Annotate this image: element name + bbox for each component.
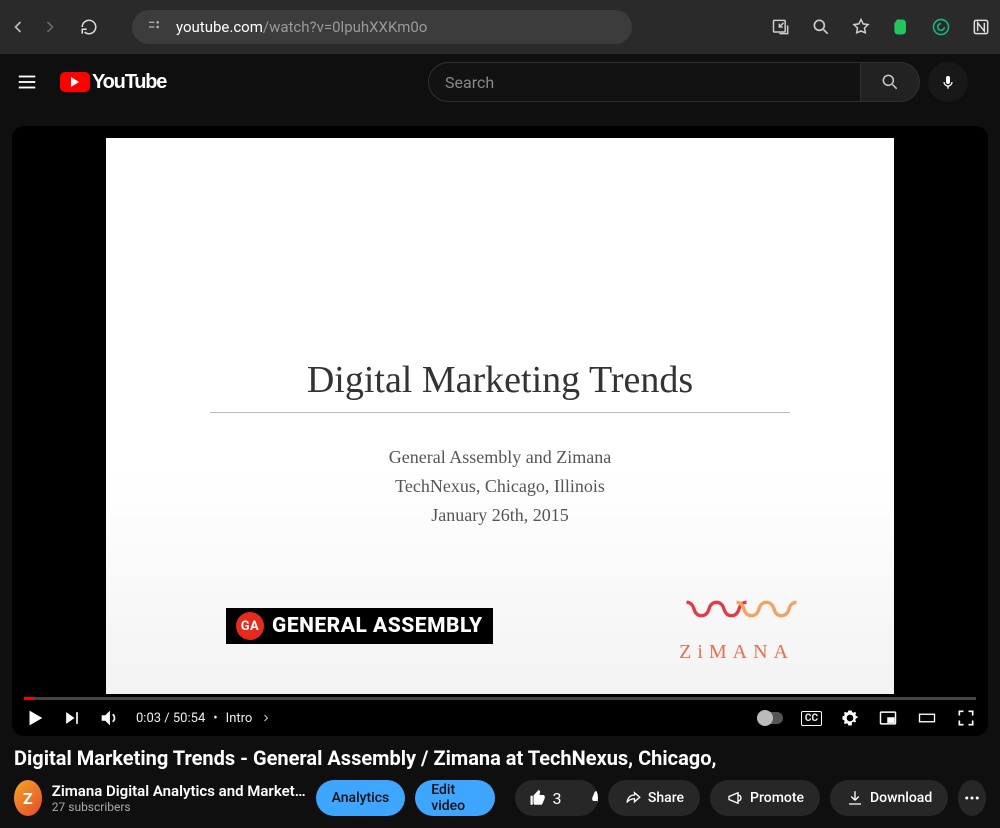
dislike-button[interactable] [576, 780, 598, 816]
chapter-prefix: • [213, 711, 217, 726]
slide-line1: General Assembly and Zimana [106, 443, 894, 472]
settings-gear-icon[interactable] [840, 708, 860, 728]
slide-title: Digital Marketing Trends [106, 358, 894, 402]
zoom-icon[interactable] [810, 16, 832, 38]
promote-button[interactable]: Promote [710, 780, 820, 816]
analytics-button[interactable]: Analytics [316, 780, 406, 816]
time-display: 0:03 / 50:54 [136, 711, 205, 726]
browser-chrome: youtube.com/watch?v=0lpuhXXKm0o [0, 0, 1000, 54]
video-metadata: Digital Marketing Trends - General Assem… [0, 736, 1000, 816]
video-title: Digital Marketing Trends - General Assem… [14, 746, 986, 770]
site-settings-icon[interactable] [146, 18, 164, 36]
download-button[interactable]: Download [830, 780, 948, 816]
evernote-extension-icon[interactable] [890, 16, 912, 38]
youtube-logo-text: YouTube [92, 71, 166, 94]
ga-badge: GA [236, 612, 264, 640]
youtube-header: YouTube Search [0, 54, 1000, 110]
chapter-name[interactable]: Intro [226, 711, 253, 726]
general-assembly-logo: GA GENERAL ASSEMBLY [226, 608, 493, 644]
player-controls: 0:03 / 50:54 • Intro CC [12, 700, 988, 736]
bookmark-star-icon[interactable] [850, 16, 872, 38]
reload-button[interactable] [80, 18, 104, 36]
voice-search-button[interactable] [928, 62, 968, 102]
video-player[interactable]: Digital Marketing Trends General Assembl… [12, 126, 988, 736]
subscriber-count: 27 subscribers [52, 800, 306, 814]
channel-name[interactable]: Zimana Digital Analytics and Market… [52, 782, 306, 800]
search-placeholder: Search [445, 73, 494, 92]
install-app-icon[interactable] [770, 16, 792, 38]
slide-line3: January 26th, 2015 [106, 501, 894, 530]
share-button[interactable]: Share [608, 780, 700, 816]
search-button[interactable] [860, 62, 920, 102]
slide-divider [210, 412, 790, 413]
captions-button[interactable]: CC [801, 711, 822, 726]
hamburger-menu-icon[interactable] [16, 71, 40, 93]
edit-video-button[interactable]: Edit video [415, 780, 494, 816]
youtube-play-icon [60, 72, 90, 92]
next-button[interactable] [62, 708, 82, 728]
search-input[interactable]: Search [428, 62, 860, 102]
more-actions-button[interactable] [958, 780, 986, 816]
like-dislike-segment: 3 [515, 780, 598, 816]
zimana-logo: 〰〰 ZiMANA [679, 591, 794, 664]
slide-line2: TechNexus, Chicago, Illinois [106, 472, 894, 501]
video-frame-slide: Digital Marketing Trends General Assembl… [106, 138, 894, 694]
volume-button[interactable] [98, 707, 120, 729]
back-button[interactable] [8, 17, 32, 37]
forward-button[interactable] [40, 17, 64, 37]
chapter-chevron-icon[interactable] [260, 712, 272, 724]
notion-extension-icon[interactable] [970, 16, 992, 38]
youtube-logo[interactable]: YouTube [60, 71, 166, 94]
miniplayer-button[interactable] [878, 708, 898, 728]
channel-avatar[interactable]: Z [14, 780, 42, 816]
url-text: youtube.com/watch?v=0lpuhXXKm0o [176, 18, 427, 36]
like-button[interactable]: 3 [515, 780, 576, 816]
play-button[interactable] [24, 707, 46, 729]
autoplay-toggle[interactable] [757, 712, 783, 724]
theater-mode-button[interactable] [916, 709, 938, 727]
fullscreen-button[interactable] [956, 708, 976, 728]
grammarly-extension-icon[interactable] [930, 16, 952, 38]
url-bar[interactable]: youtube.com/watch?v=0lpuhXXKm0o [132, 10, 632, 44]
